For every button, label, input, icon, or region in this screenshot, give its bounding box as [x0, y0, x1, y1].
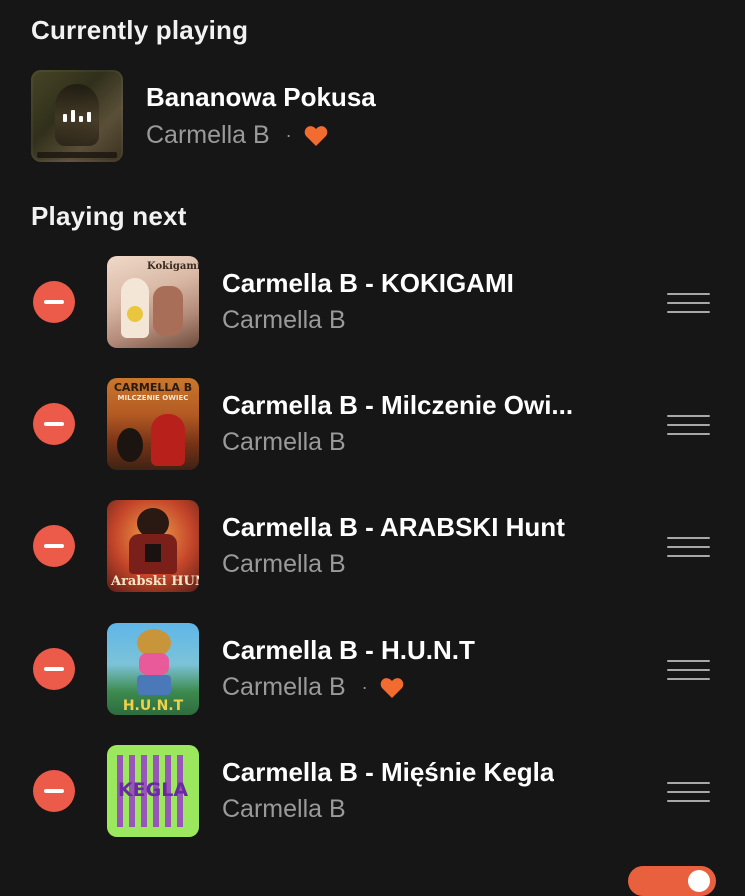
track-artist: Carmella B	[222, 306, 346, 334]
heart-icon[interactable]	[380, 677, 404, 699]
playing-next-heading: Playing next	[31, 201, 187, 231]
separator-dot: ·	[361, 677, 368, 697]
now-playing-artist: Carmella B	[146, 121, 270, 149]
track-title: Carmella B - Milczenie Owi...	[222, 390, 574, 420]
track-artist: Carmella B	[222, 795, 346, 823]
minus-icon	[44, 667, 64, 671]
queue-item[interactable]: Arabski HUNT Carmella B - ARABSKI Hunt C…	[0, 500, 745, 592]
queue-item[interactable]: KEGLA Carmella B - Mięśnie Kegla Carmell…	[0, 745, 745, 837]
drag-handle-icon[interactable]	[667, 782, 710, 802]
toggle-knob	[688, 870, 710, 892]
track-title: Carmella B - H.U.N.T	[222, 635, 475, 665]
now-playing-album-art	[31, 70, 123, 162]
currently-playing-heading: Currently playing	[31, 15, 249, 45]
track-artist: Carmella B	[222, 550, 346, 578]
queue-item[interactable]: H.U.N.T Carmella B - H.U.N.T Carmella B …	[0, 623, 745, 715]
equalizer-icon	[63, 110, 93, 122]
remove-from-queue-button[interactable]	[33, 648, 75, 690]
separator-dot: ·	[285, 125, 292, 145]
remove-from-queue-button[interactable]	[33, 525, 75, 567]
remove-from-queue-button[interactable]	[33, 281, 75, 323]
queue-item[interactable]: CARMELLA B MILCZENIE OWIEC Carmella B - …	[0, 378, 745, 470]
track-artist: Carmella B	[222, 428, 346, 456]
minus-icon	[44, 789, 64, 793]
drag-handle-icon[interactable]	[667, 537, 710, 557]
album-art: KEGLA	[107, 745, 199, 837]
album-art: Kokigami	[107, 256, 199, 348]
now-playing-title: Bananowa Pokusa	[146, 82, 376, 112]
minus-icon	[44, 300, 64, 304]
minus-icon	[44, 422, 64, 426]
toggle-switch[interactable]	[628, 866, 716, 896]
track-title: Carmella B - KOKIGAMI	[222, 268, 514, 298]
drag-handle-icon[interactable]	[667, 293, 710, 313]
drag-handle-icon[interactable]	[667, 415, 710, 435]
now-playing-item[interactable]: Bananowa Pokusa Carmella B ·	[31, 70, 711, 162]
album-art: Arabski HUNT	[107, 500, 199, 592]
minus-icon	[44, 544, 64, 548]
album-art: H.U.N.T	[107, 623, 199, 715]
track-artist: Carmella B	[222, 673, 346, 701]
album-art: CARMELLA B MILCZENIE OWIEC	[107, 378, 199, 470]
heart-icon[interactable]	[304, 125, 328, 147]
track-title: Carmella B - Mięśnie Kegla	[222, 757, 555, 787]
track-title: Carmella B - ARABSKI Hunt	[222, 512, 565, 542]
remove-from-queue-button[interactable]	[33, 403, 75, 445]
drag-handle-icon[interactable]	[667, 660, 710, 680]
queue-item[interactable]: Kokigami Carmella B - KOKIGAMI Carmella …	[0, 256, 745, 348]
remove-from-queue-button[interactable]	[33, 770, 75, 812]
